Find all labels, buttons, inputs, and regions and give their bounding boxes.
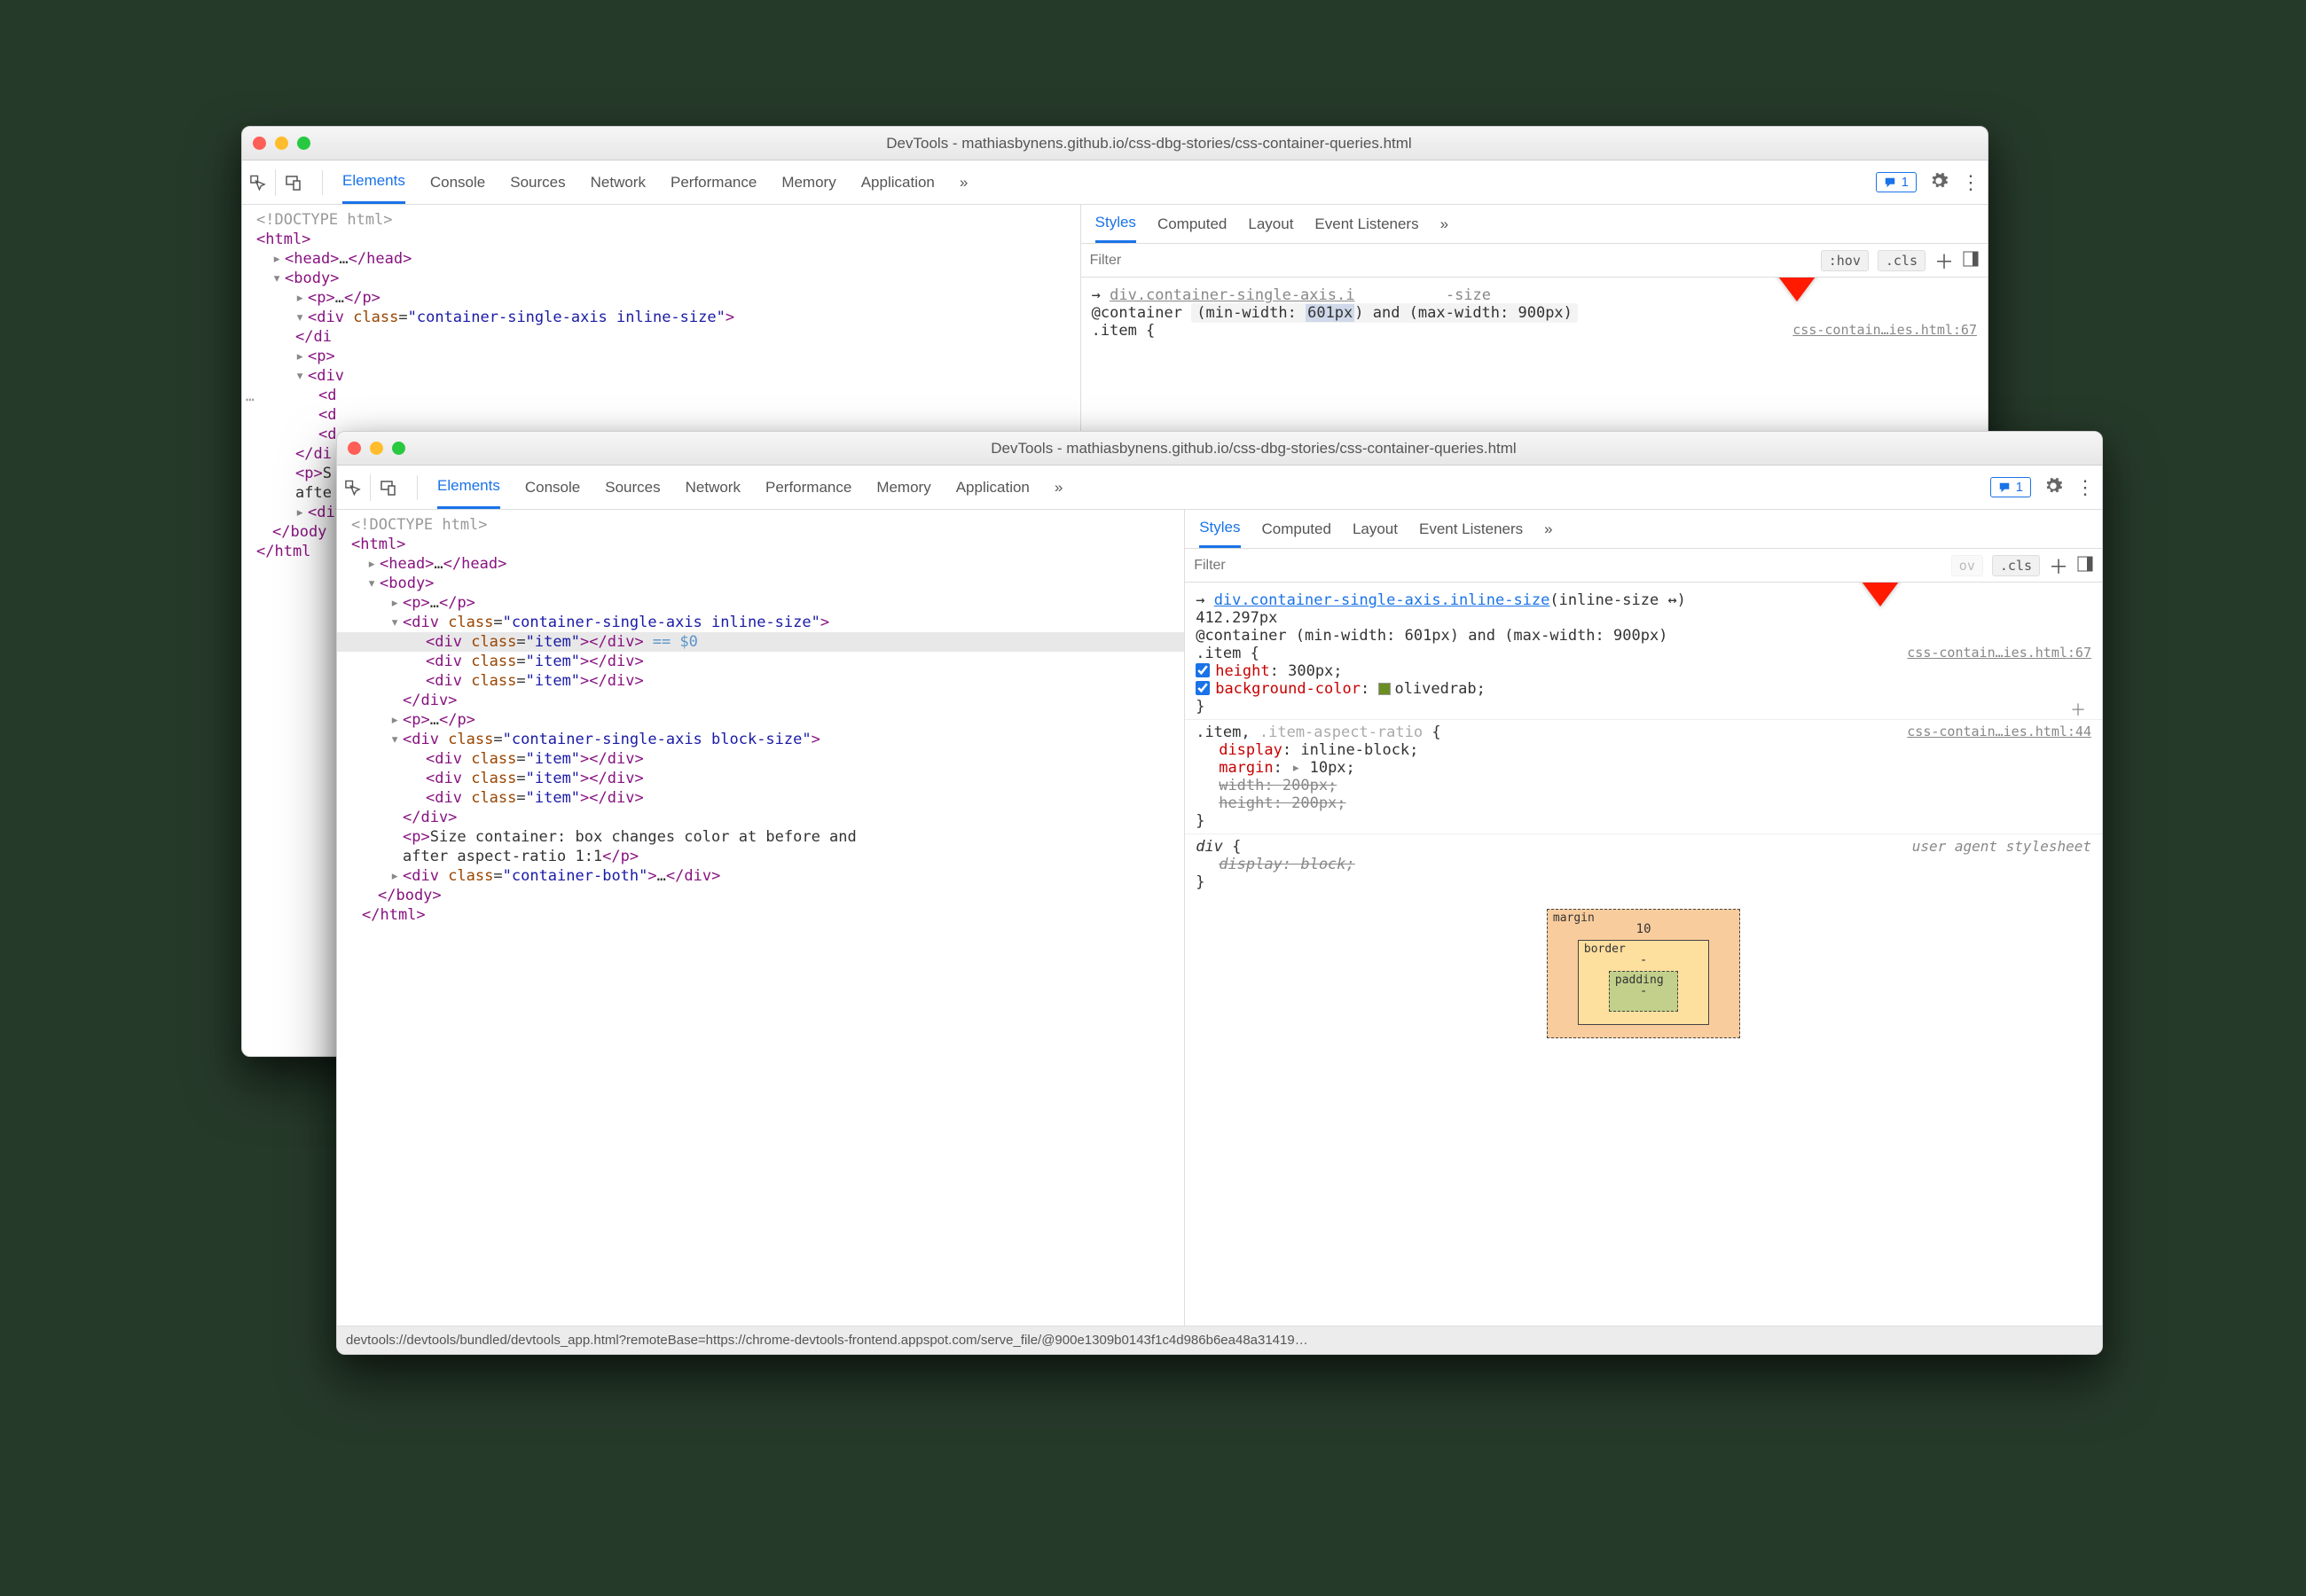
device-toggle-icon[interactable] (380, 474, 406, 501)
tab-console[interactable]: Console (525, 466, 580, 509)
main-tabs: Elements Console Sources Network Perform… (333, 160, 968, 204)
zoom-window-icon[interactable] (297, 137, 310, 150)
main-tabs: Elements Console Sources Network Perform… (428, 466, 1063, 509)
color-swatch-icon[interactable] (1378, 683, 1391, 695)
close-window-icon[interactable] (348, 442, 361, 455)
subtabs-overflow[interactable]: » (1440, 215, 1448, 233)
kebab-menu-icon[interactable]: ⋮ (2075, 476, 2095, 499)
window-controls (253, 137, 310, 150)
close-window-icon[interactable] (253, 137, 266, 150)
subtab-styles[interactable]: Styles (1095, 205, 1136, 243)
declaration-checkbox[interactable] (1196, 663, 1210, 677)
add-declaration-icon[interactable]: ＋ (2070, 698, 2091, 721)
hov-toggle[interactable]: :hov (1821, 250, 1869, 271)
subtab-layout[interactable]: Layout (1353, 520, 1398, 538)
subtab-layout[interactable]: Layout (1248, 215, 1293, 233)
tabs-overflow[interactable]: » (1055, 466, 1063, 509)
tab-sources[interactable]: Sources (605, 466, 660, 509)
tab-performance[interactable]: Performance (765, 466, 851, 509)
tab-console[interactable]: Console (430, 160, 485, 204)
settings-icon[interactable] (2043, 476, 2063, 498)
subtab-computed[interactable]: Computed (1262, 520, 1331, 538)
filter-input[interactable] (1194, 558, 1942, 574)
tab-memory[interactable]: Memory (781, 160, 835, 204)
selected-dom-node[interactable]: <div class="item"></div>== $0 (337, 632, 1184, 652)
annotation-arrow-icon (1761, 278, 1832, 308)
hov-toggle[interactable]: ov (1951, 555, 1983, 576)
inspect-icon[interactable] (344, 474, 371, 501)
settings-icon[interactable] (1929, 171, 1949, 193)
dom-tree[interactable]: <!DOCTYPE html> <html> ▸<head>…</head> ▾… (337, 510, 1184, 1326)
box-model: margin 10 border - padding - (1185, 895, 2102, 1052)
container-link[interactable]: div.container-single-axis.inline-size (1214, 591, 1550, 609)
source-link[interactable]: css-contain…ies.html:67 (1907, 645, 2091, 661)
source-link[interactable]: css-contain…ies.html:67 (1792, 322, 1977, 338)
main-toolbar: Elements Console Sources Network Perform… (337, 466, 2102, 510)
declaration-checkbox[interactable] (1196, 681, 1210, 695)
inspect-icon[interactable] (249, 169, 276, 196)
source-link[interactable]: css-contain…ies.html:44 (1907, 724, 2091, 739)
toolbar-right: 1 ⋮ (1876, 171, 1980, 194)
tab-application[interactable]: Application (956, 466, 1030, 509)
subtabs-overflow[interactable]: » (1544, 520, 1552, 538)
add-rule-icon[interactable]: ＋ (1934, 246, 1954, 275)
kebab-menu-icon[interactable]: ⋮ (1961, 171, 1980, 194)
styles-pane: Styles Computed Layout Event Listeners »… (1184, 510, 2102, 1326)
tab-memory[interactable]: Memory (876, 466, 930, 509)
tab-application[interactable]: Application (861, 160, 935, 204)
titlebar: DevTools - mathiasbynens.github.io/css-d… (242, 127, 1988, 160)
minimize-window-icon[interactable] (370, 442, 383, 455)
titlebar: DevTools - mathiasbynens.github.io/css-d… (337, 432, 2102, 466)
device-toggle-icon[interactable] (285, 169, 311, 196)
tab-sources[interactable]: Sources (510, 160, 565, 204)
zoom-window-icon[interactable] (392, 442, 405, 455)
tab-performance[interactable]: Performance (671, 160, 757, 204)
window-title: DevTools - mathiasbynens.github.io/css-d… (416, 440, 2091, 458)
tab-elements[interactable]: Elements (342, 160, 405, 204)
status-bar: devtools://devtools/bundled/devtools_app… (337, 1326, 2102, 1354)
devtools-window-front: DevTools - mathiasbynens.github.io/css-d… (336, 431, 2103, 1355)
dock-icon[interactable] (1963, 251, 1979, 270)
subtab-event-listeners[interactable]: Event Listeners (1419, 520, 1523, 538)
toolbar-right: 1 ⋮ (1990, 476, 2095, 499)
subtab-computed[interactable]: Computed (1157, 215, 1227, 233)
dock-icon[interactable] (2077, 556, 2093, 575)
filter-input[interactable] (1090, 253, 1812, 269)
subtab-event-listeners[interactable]: Event Listeners (1314, 215, 1418, 233)
cls-toggle[interactable]: .cls (1992, 555, 2040, 576)
tab-network[interactable]: Network (686, 466, 741, 509)
gutter-dots-icon[interactable]: ⋯ (246, 391, 255, 408)
tab-elements[interactable]: Elements (437, 466, 500, 509)
console-message-count[interactable]: 1 (1990, 477, 2031, 497)
main-toolbar: Elements Console Sources Network Perform… (242, 160, 1988, 205)
cls-toggle[interactable]: .cls (1878, 250, 1926, 271)
tab-network[interactable]: Network (591, 160, 646, 204)
add-rule-icon[interactable]: ＋ (2049, 552, 2068, 580)
window-controls (348, 442, 405, 455)
subtab-styles[interactable]: Styles (1199, 510, 1240, 548)
tabs-overflow[interactable]: » (960, 160, 968, 204)
window-title: DevTools - mathiasbynens.github.io/css-d… (321, 135, 1977, 153)
annotation-arrow-icon (1845, 583, 1916, 613)
minimize-window-icon[interactable] (275, 137, 288, 150)
console-message-count[interactable]: 1 (1876, 172, 1917, 192)
